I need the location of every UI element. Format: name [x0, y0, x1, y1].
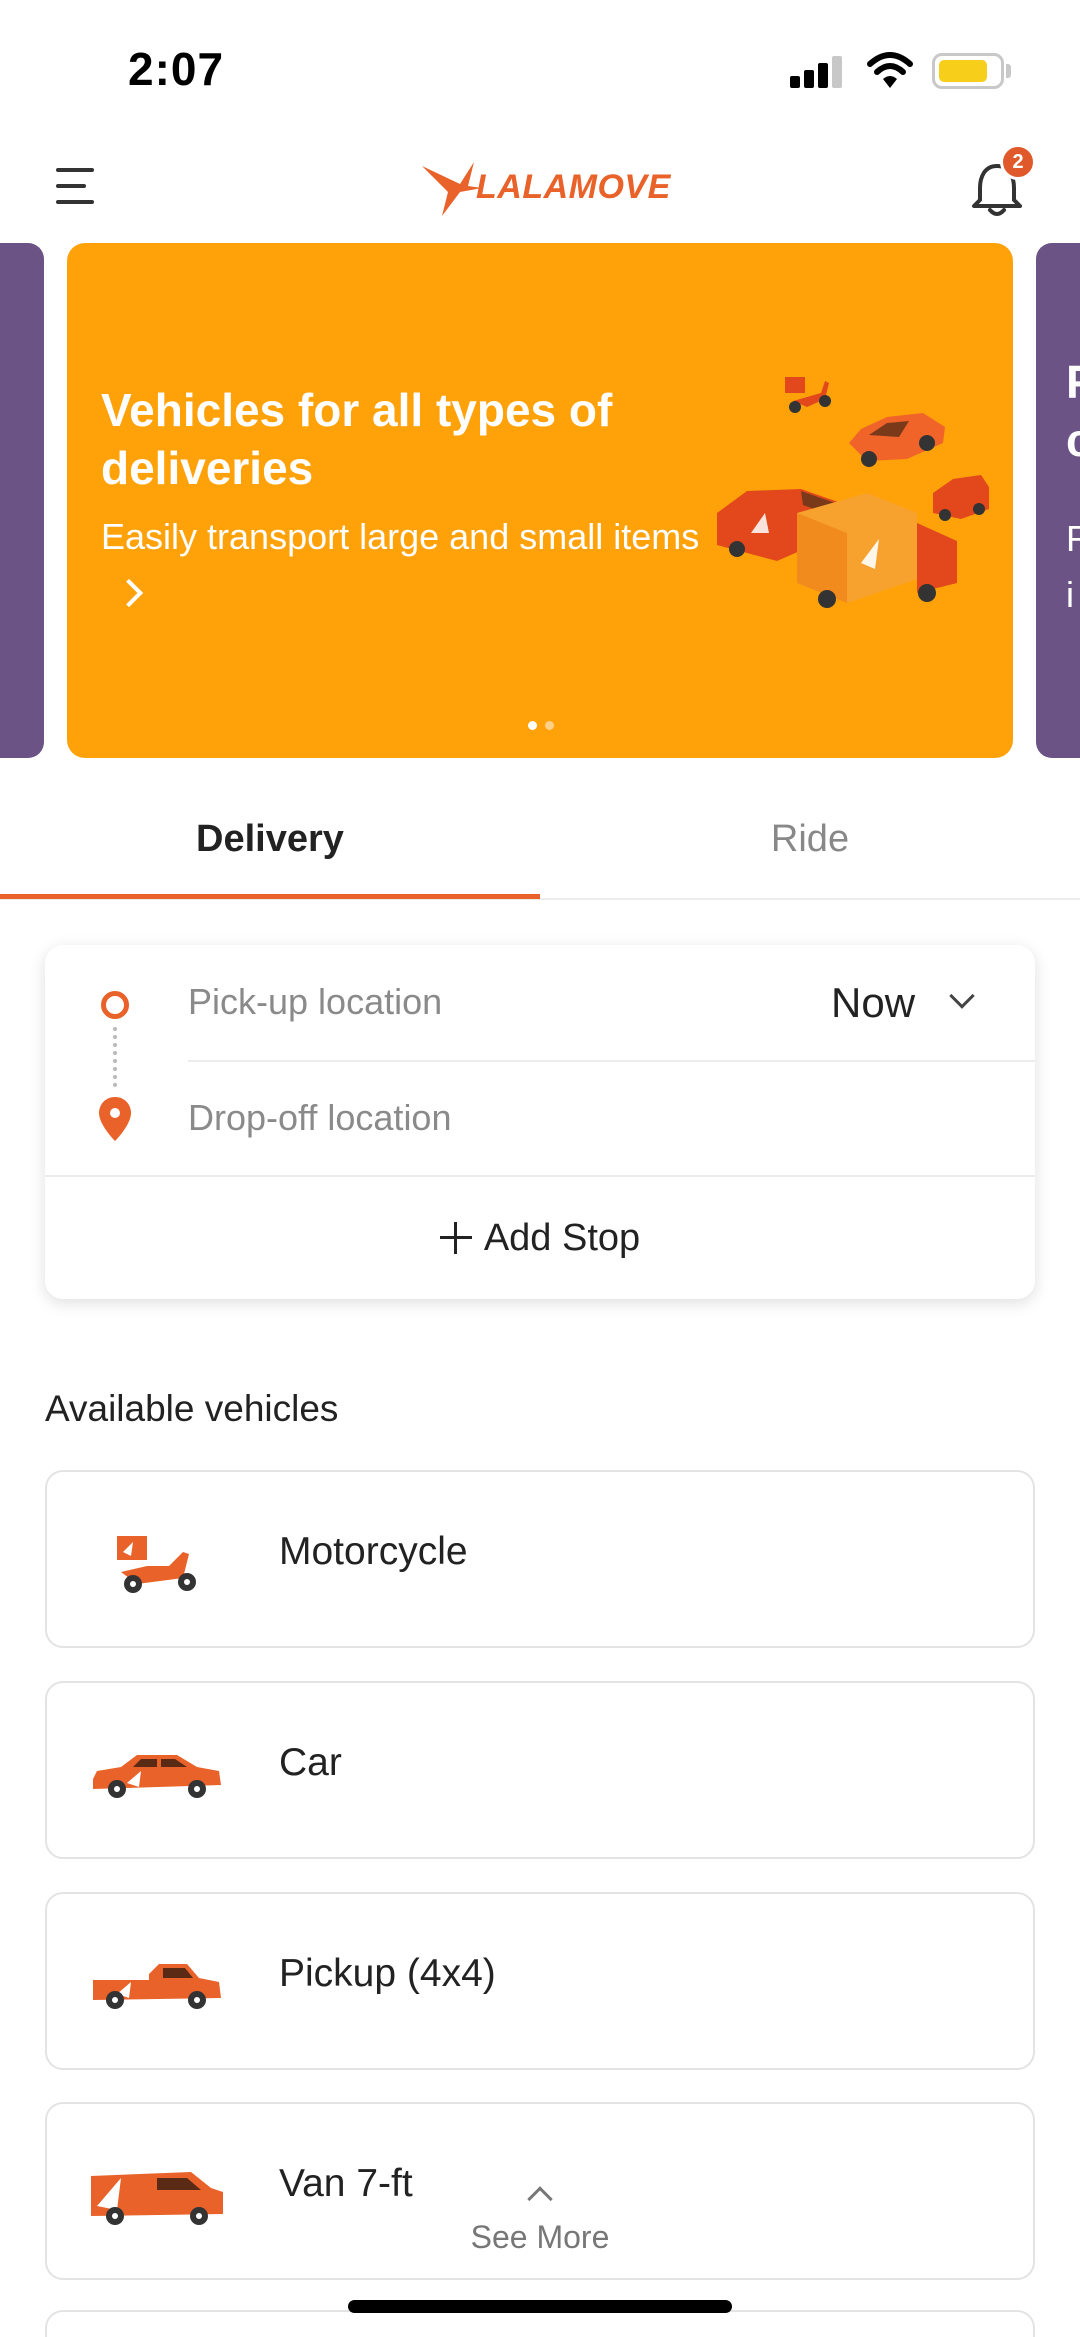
vehicle-name: Van 7-ft: [279, 2162, 413, 2205]
pickup-marker-icon: [101, 991, 129, 1019]
vehicles-illustration: [717, 377, 989, 608]
carousel-dots: [524, 717, 558, 735]
schedule-time-selector[interactable]: Now: [831, 979, 915, 1027]
pickup-location-input[interactable]: Pick-up location: [188, 981, 442, 1023]
service-tabs: Delivery Ride: [0, 790, 1080, 900]
dropoff-location-input[interactable]: Drop-off location: [188, 1097, 451, 1139]
lalamove-bird-icon: [422, 162, 482, 216]
vehicle-name: Car: [279, 1741, 342, 1784]
motorcycle-icon: [117, 1536, 196, 1593]
banner-title: Vehicles for all types of deliveries: [101, 384, 613, 494]
promo-banner[interactable]: Vehicles for all types of deliveries Eas…: [67, 243, 1013, 758]
home-indicator[interactable]: [348, 2300, 732, 2313]
add-stop-label: Add Stop: [483, 1217, 641, 1259]
chevron-up-icon: [527, 2186, 553, 2212]
car-icon: [93, 1755, 221, 1798]
carousel-dot[interactable]: [545, 721, 554, 730]
hamburger-menu-icon[interactable]: [56, 168, 98, 206]
notification-badge: 2: [1000, 144, 1036, 180]
available-vehicles-heading: Available vehicles: [45, 1388, 339, 1429]
van-icon: [91, 2172, 223, 2225]
lalamove-logo: LALAMOVE: [420, 152, 670, 222]
plus-icon: [439, 1222, 472, 1254]
vehicle-option-car[interactable]: Car: [45, 1681, 1035, 1859]
app-header: LALAMOVE 2: [0, 130, 1080, 245]
pickup-truck-icon: [93, 1964, 221, 2009]
see-more-label: See More: [470, 2219, 610, 2255]
vehicle-option-pickup[interactable]: Pickup (4x4): [45, 1892, 1035, 2070]
wifi-icon: [867, 52, 913, 88]
next-banner-subtitle-fragment: F i: [1066, 518, 1080, 615]
see-more-button[interactable]: See More: [440, 2186, 640, 2256]
vehicle-option-next[interactable]: [45, 2310, 1035, 2337]
banner-subtitle-text: Easily transport large and small items: [101, 516, 700, 557]
status-time: 2:07: [128, 43, 225, 95]
route-connector: [113, 1027, 117, 1087]
vehicle-option-motorcycle[interactable]: Motorcycle: [45, 1470, 1035, 1648]
vehicle-name: Motorcycle: [279, 1530, 468, 1573]
chevron-right-icon: [114, 578, 144, 608]
next-banner-title-fragment: P c: [1066, 356, 1080, 466]
status-bar: 2:07: [0, 0, 1080, 130]
banner-subtitle[interactable]: Easily transport large and small items: [101, 509, 701, 621]
location-card: Pick-up location Now Drop-off location A…: [45, 945, 1035, 1299]
logo-text: LALAMOVE: [476, 168, 671, 206]
tab-delivery[interactable]: Delivery: [0, 818, 540, 861]
promo-carousel[interactable]: Vehicles for all types of deliveries Eas…: [0, 243, 1080, 758]
vehicle-name: Pickup (4x4): [279, 1952, 496, 1995]
cellular-signal-icon: [790, 56, 846, 88]
next-banner-peek[interactable]: P c F i: [1036, 243, 1080, 758]
previous-banner-peek[interactable]: [0, 243, 44, 758]
dropoff-pin-icon: [99, 1097, 131, 1141]
active-tab-indicator: [0, 894, 540, 899]
divider: [188, 1060, 1035, 1062]
battery-icon: [932, 53, 1004, 89]
chevron-down-icon[interactable]: [949, 983, 975, 1009]
tab-ride[interactable]: Ride: [540, 818, 1080, 861]
carousel-dot[interactable]: [528, 721, 537, 730]
add-stop-button[interactable]: Add Stop: [45, 1177, 1035, 1299]
